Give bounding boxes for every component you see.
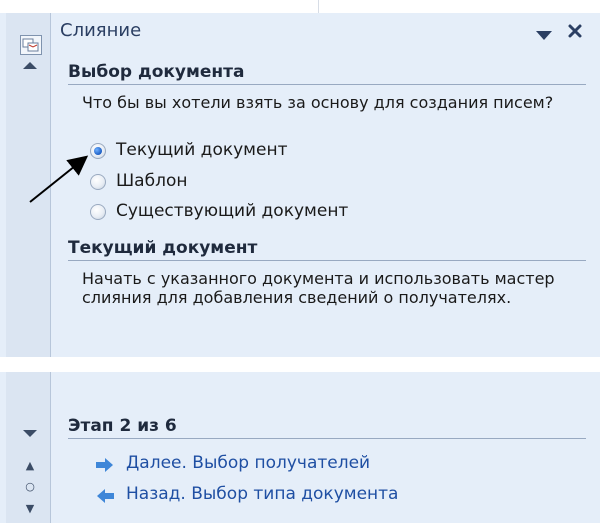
- document-top-edge: [0, 0, 600, 13]
- previous-page-icon[interactable]: ▲: [22, 459, 38, 473]
- next-link-label[interactable]: Далее. Выбор получателей: [126, 453, 370, 473]
- arrow-right-icon: [96, 457, 114, 472]
- scroll-down-arrow-icon[interactable]: [22, 429, 38, 439]
- mail-merge-pane: Слияние Выбор документа Что бы вы хотели…: [0, 0, 600, 357]
- scroll-up-arrow-icon[interactable]: [22, 60, 38, 70]
- pane-title: Слияние: [60, 20, 142, 41]
- description-text: Начать с указанного документа и использо…: [82, 269, 555, 307]
- pane-header: Слияние: [60, 20, 588, 46]
- step-section: Этап 2 из 6: [68, 416, 586, 439]
- option-label: Существующий документ: [116, 201, 349, 221]
- radio-button[interactable]: [90, 204, 106, 220]
- radio-button[interactable]: [90, 174, 106, 190]
- select-browse-object-icon[interactable]: ○: [22, 480, 38, 494]
- next-page-icon[interactable]: ▼: [22, 502, 38, 516]
- pane-scrollbar[interactable]: [6, 13, 51, 357]
- section-heading-select-document: Выбор документа: [68, 62, 586, 85]
- mail-merge-pane-icon: [20, 35, 42, 55]
- arrow-left-icon: [96, 488, 114, 503]
- divider: [318, 0, 319, 13]
- step-heading: Этап 2 из 6: [68, 416, 586, 439]
- close-icon[interactable]: [566, 22, 584, 40]
- radio-button-checked[interactable]: [90, 143, 106, 159]
- option-label: Текущий документ: [116, 140, 288, 160]
- current-document-section: Текущий документ Начать с указанного док…: [68, 238, 586, 307]
- section-heading-current-document: Текущий документ: [68, 238, 586, 261]
- mail-merge-pane-footer: ▲ ○ ▼ Этап 2 из 6 Далее. Выбор получател…: [0, 372, 600, 523]
- option-label: Шаблон: [116, 171, 188, 191]
- select-document-section: Выбор документа Что бы вы хотели взять з…: [68, 62, 586, 112]
- pane-scrollbar[interactable]: ▲ ○ ▼: [6, 372, 51, 523]
- back-link-label[interactable]: Назад. Выбор типа документа: [126, 484, 398, 504]
- document-options: Текущий документ Шаблон Существующий док…: [68, 140, 586, 230]
- question-text: Что бы вы хотели взять за основу для соз…: [82, 93, 554, 112]
- triangle-down-icon[interactable]: [536, 26, 552, 40]
